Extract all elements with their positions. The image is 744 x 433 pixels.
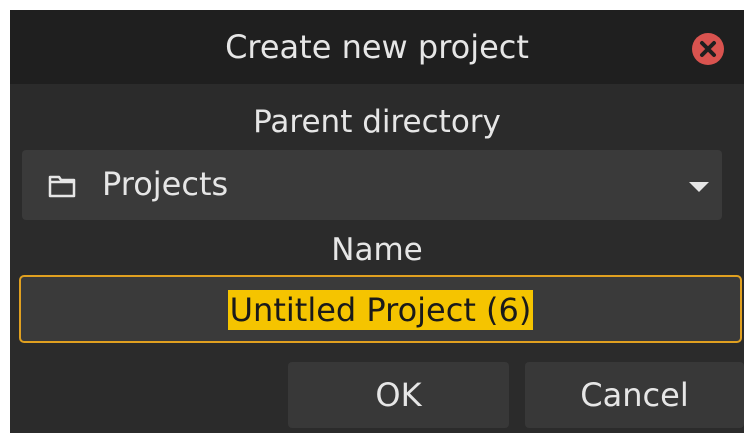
ok-button[interactable]: OK — [288, 362, 509, 428]
dialog-titlebar: Create new project — [10, 10, 744, 84]
close-icon — [700, 41, 716, 57]
parent-directory-label: Parent directory — [253, 104, 501, 140]
cancel-button[interactable]: Cancel — [525, 362, 744, 428]
project-name-input[interactable]: Untitled Project (6) — [19, 275, 742, 343]
close-button[interactable] — [692, 33, 724, 65]
parent-directory-value: Projects — [102, 165, 229, 203]
name-label: Name — [331, 232, 423, 268]
dialog-title: Create new project — [225, 28, 529, 66]
parent-directory-dropdown[interactable]: Projects — [22, 150, 722, 220]
folder-icon — [48, 175, 76, 198]
project-name-value: Untitled Project (6) — [227, 290, 534, 330]
create-project-dialog: Create new project Parent directory Proj… — [10, 10, 744, 433]
chevron-down-icon — [689, 182, 709, 192]
